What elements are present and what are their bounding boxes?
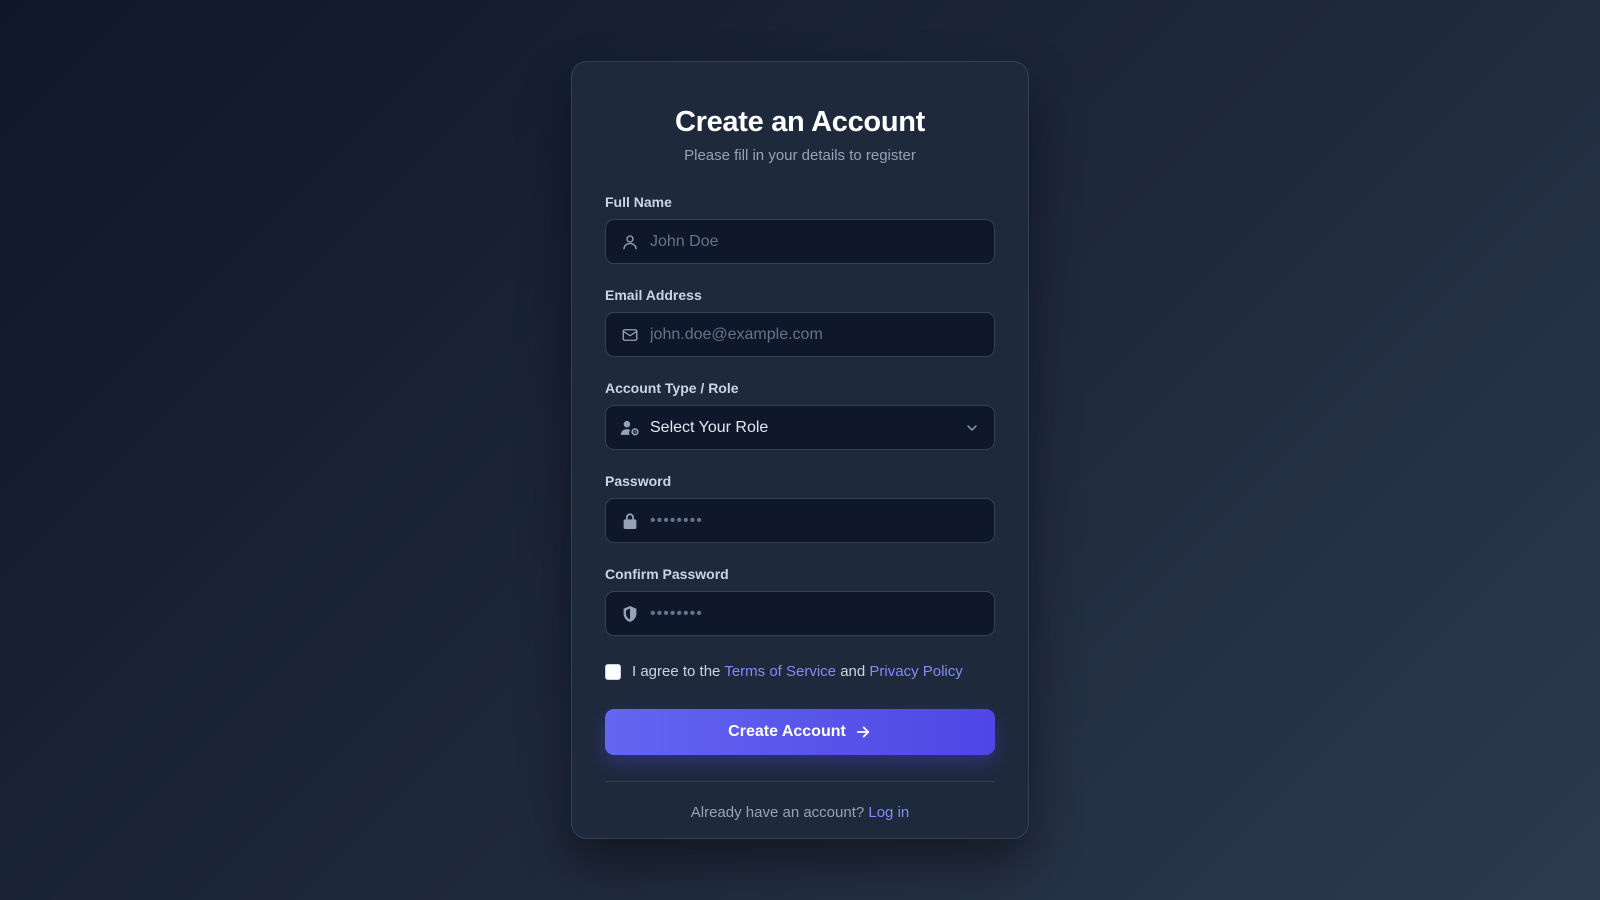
create-account-label: Create Account — [728, 723, 846, 740]
page-subtitle: Please fill in your details to register — [684, 147, 916, 164]
lock-icon — [620, 511, 640, 531]
page-title: Create an Account — [674, 106, 926, 138]
register-card: Create an Account Please fill in your de… — [571, 61, 1029, 839]
role-field: Account Type / Role Select Your Role — [605, 379, 995, 450]
terms-agreement: I agree to the Terms of Service and Priv… — [605, 662, 995, 682]
role-label: Account Type / Role — [605, 380, 739, 396]
terms-conjunction: and — [840, 663, 866, 680]
user-icon — [620, 232, 640, 252]
password-input-wrap[interactable] — [605, 498, 995, 543]
email-input[interactable] — [650, 313, 980, 356]
mail-icon — [620, 325, 640, 345]
create-account-button[interactable]: Create Account — [605, 709, 995, 755]
email-input-wrap[interactable] — [605, 312, 995, 357]
login-prompt-text: Already have an account? — [690, 804, 865, 821]
full-name-input[interactable] — [650, 220, 980, 263]
full-name-input-wrap[interactable] — [605, 219, 995, 264]
role-select[interactable]: Select Your Role — [605, 405, 995, 450]
terms-of-service-link[interactable]: Terms of Service — [724, 663, 836, 680]
role-select-value: Select Your Role — [650, 419, 769, 436]
login-prompt: Already have an account? Log in — [605, 803, 995, 823]
password-input[interactable] — [650, 499, 980, 542]
chevron-down-icon — [964, 420, 980, 436]
login-link[interactable]: Log in — [868, 804, 909, 821]
terms-checkbox[interactable] — [605, 664, 621, 680]
full-name-label: Full Name — [605, 194, 672, 210]
email-label: Email Address — [605, 287, 702, 303]
shield-icon — [620, 604, 640, 624]
password-field: Password — [605, 472, 995, 543]
terms-prefix: I agree to the — [632, 663, 721, 680]
confirm-password-field: Confirm Password — [605, 565, 995, 636]
full-name-field: Full Name — [605, 193, 995, 264]
confirm-password-input[interactable] — [650, 592, 980, 635]
terms-text: I agree to the Terms of Service and Priv… — [632, 662, 963, 682]
privacy-policy-link[interactable]: Privacy Policy — [869, 663, 962, 680]
arrow-right-icon — [854, 723, 872, 741]
confirm-password-label: Confirm Password — [605, 566, 729, 582]
email-field: Email Address — [605, 286, 995, 357]
divider — [605, 781, 995, 782]
user-gear-icon — [620, 418, 640, 438]
card-header: Create an Account Please fill in your de… — [605, 62, 995, 166]
confirm-password-input-wrap[interactable] — [605, 591, 995, 636]
password-label: Password — [605, 473, 672, 489]
